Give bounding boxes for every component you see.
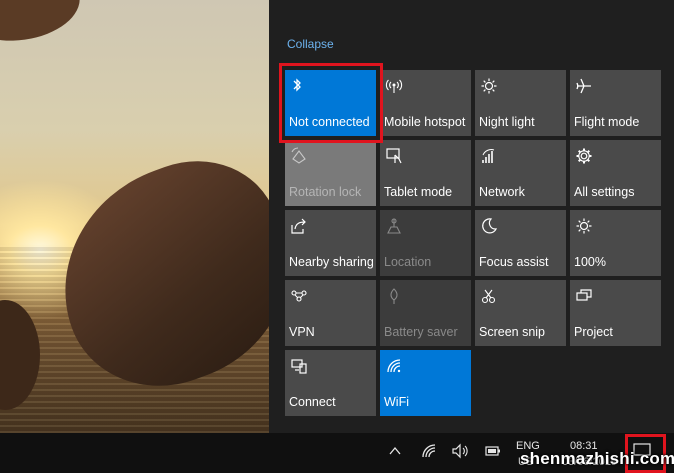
location-icon <box>385 217 403 235</box>
highlight-box-bluetooth <box>279 63 383 143</box>
gear-icon <box>575 147 593 165</box>
tile-label: Mobile hotspot <box>384 115 466 129</box>
night-light-icon <box>480 77 498 95</box>
desktop-wallpaper <box>0 0 269 433</box>
tile-label: Network <box>479 185 525 199</box>
tile-label: VPN <box>289 325 315 339</box>
tile-label: Project <box>574 325 613 339</box>
tile-screen-snip[interactable]: Screen snip <box>475 280 566 346</box>
collapse-link[interactable]: Collapse <box>287 37 334 51</box>
tile-label: Battery saver <box>384 325 458 339</box>
tile-all-settings[interactable]: All settings <box>570 140 661 206</box>
speaker-icon <box>452 443 468 459</box>
wallpaper-hand-top <box>0 0 85 49</box>
moon-icon <box>480 217 498 235</box>
tile-label: Focus assist <box>479 255 549 269</box>
airplane-icon <box>575 77 593 95</box>
tile-project[interactable]: Project <box>570 280 661 346</box>
chevron-up-icon <box>389 446 401 455</box>
rotation-lock-icon <box>290 147 308 165</box>
tile-label: WiFi <box>384 395 409 409</box>
tile-location[interactable]: Location <box>380 210 471 276</box>
vpn-icon <box>290 287 308 305</box>
connect-icon <box>290 357 308 375</box>
battery-icon <box>485 446 500 456</box>
tile-connect[interactable]: Connect <box>285 350 376 416</box>
tile-mobile-hotspot[interactable]: Mobile hotspot <box>380 70 471 136</box>
tile-label: All settings <box>574 185 635 199</box>
network-tray-button[interactable] <box>420 443 438 462</box>
tile-label: Tablet mode <box>384 185 453 199</box>
tile-label: Flight mode <box>574 115 640 129</box>
tile-label: Screen snip <box>479 325 546 339</box>
tile-night-light[interactable]: Night light <box>475 70 566 136</box>
tile-flight-mode[interactable]: Flight mode <box>570 70 661 136</box>
battery-tray-button[interactable] <box>485 445 501 460</box>
tile-nearby-sharing[interactable]: Nearby sharing <box>285 210 376 276</box>
tile-network[interactable]: Network <box>475 140 566 206</box>
battery-saver-icon <box>385 287 403 305</box>
hotspot-icon <box>385 77 403 95</box>
tile-brightness[interactable]: 100% <box>570 210 661 276</box>
tile-label: Night light <box>479 115 535 129</box>
tile-rotation-lock[interactable]: Rotation lock <box>285 140 376 206</box>
brightness-icon <box>575 217 593 235</box>
tile-vpn[interactable]: VPN <box>285 280 376 346</box>
tablet-mode-icon <box>385 147 403 165</box>
watermark: shenmazhishi.com <box>520 449 674 468</box>
volume-tray-button[interactable] <box>451 443 469 462</box>
tile-label: Location <box>384 255 432 269</box>
tile-battery-saver[interactable]: Battery saver <box>380 280 471 346</box>
wifi-icon <box>385 357 403 375</box>
tile-tablet-mode[interactable]: Tablet mode <box>380 140 471 206</box>
tile-label: Nearby sharing <box>289 255 374 269</box>
tile-focus-assist[interactable]: Focus assist <box>475 210 566 276</box>
screen-snip-icon <box>480 287 498 305</box>
project-icon <box>575 287 593 305</box>
wifi-tray-icon <box>422 444 436 458</box>
share-icon <box>290 217 308 235</box>
tile-label: Rotation lock <box>289 185 362 199</box>
network-icon <box>480 147 498 165</box>
tile-label: 100% <box>574 255 606 269</box>
show-hidden-icons-button[interactable] <box>388 444 402 461</box>
tile-wifi[interactable]: WiFi <box>380 350 471 416</box>
tile-label: Connect <box>289 395 336 409</box>
